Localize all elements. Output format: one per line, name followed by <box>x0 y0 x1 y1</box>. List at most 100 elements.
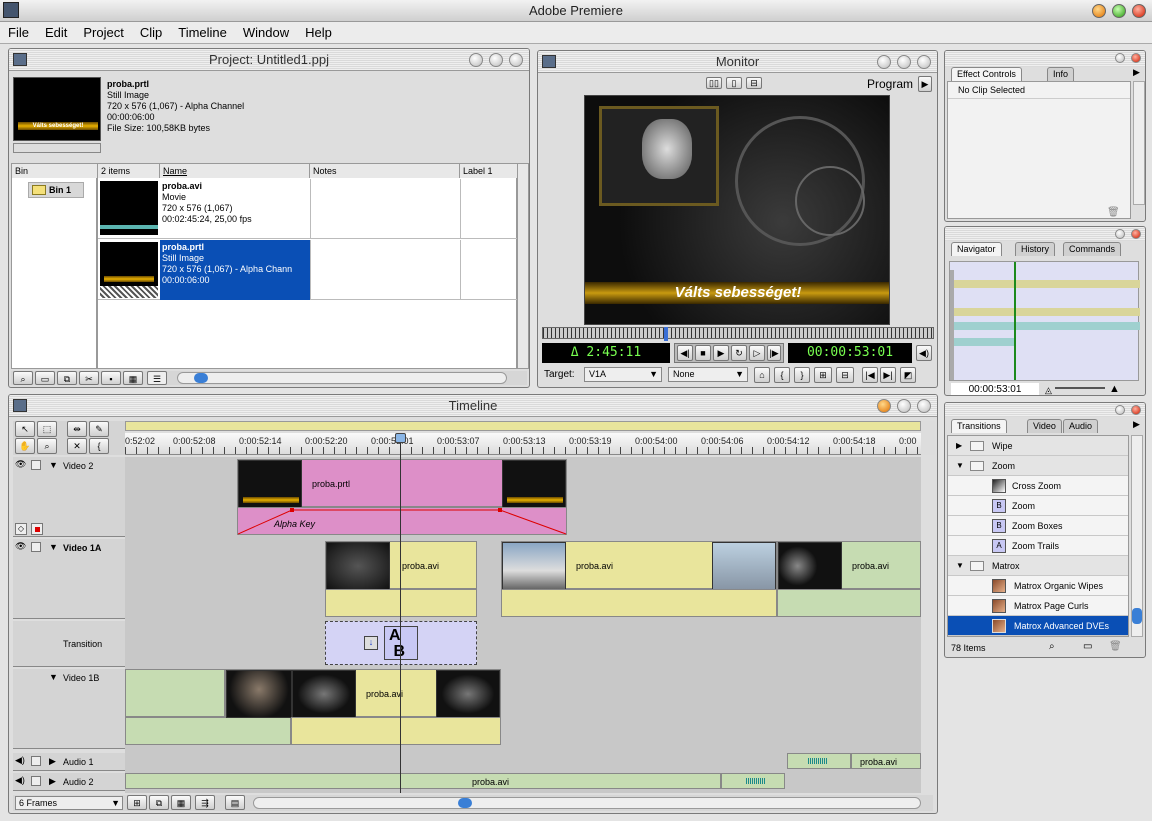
expand-icon[interactable]: ▼ <box>49 542 58 552</box>
video-clip-lower[interactable] <box>501 589 777 617</box>
loop-icon[interactable]: ↻ <box>731 345 747 361</box>
video-clip-lower[interactable] <box>325 589 477 617</box>
monitor-zoom-button[interactable] <box>897 55 911 69</box>
menu-clip[interactable]: Clip <box>132 22 170 43</box>
current-timecode[interactable]: 00:00:53:01 <box>788 343 912 363</box>
tab-info[interactable]: Info <box>1047 67 1075 81</box>
speaker-icon[interactable]: ◀) <box>15 775 25 786</box>
project-hscroll-thumb[interactable] <box>194 373 208 383</box>
zoom-button[interactable] <box>1112 4 1126 18</box>
video-clip[interactable]: proba.avi <box>325 541 477 590</box>
audio-clip[interactable] <box>787 753 851 769</box>
project-zoom-button[interactable] <box>489 53 503 67</box>
video-clip-lower[interactable] <box>291 717 501 745</box>
monitor-close-button[interactable] <box>917 55 931 69</box>
transition-item[interactable]: Matrox Organic Wipes <box>948 576 1128 596</box>
timeline-title-bar[interactable]: Timeline <box>9 395 937 417</box>
insert-icon[interactable]: ⊞ <box>814 367 832 383</box>
new-folder-icon[interactable]: ▭ <box>1083 641 1092 652</box>
find-icon[interactable]: ⌕ <box>1049 641 1055 652</box>
menu-window[interactable]: Window <box>235 22 297 43</box>
timeline-hscroll[interactable] <box>253 797 921 809</box>
step-back-icon[interactable]: ◀| <box>677 345 693 361</box>
zoom-tool-icon[interactable]: ⌕ <box>37 438 57 454</box>
toggle-shift-icon[interactable]: ▤ <box>225 795 245 810</box>
eye-icon[interactable]: 👁 <box>15 541 26 552</box>
razor-tool-icon[interactable]: ✎ <box>89 421 109 437</box>
track-header-video1b[interactable]: ▼ Video 1B <box>13 669 125 749</box>
transition-item[interactable]: A Zoom Trails <box>948 536 1128 556</box>
tr-minimize-button[interactable] <box>1115 405 1125 415</box>
notes-column-header[interactable]: Notes <box>310 164 460 178</box>
play-icon[interactable]: ▶ <box>713 345 729 361</box>
transitions-vscroll[interactable] <box>1131 435 1143 637</box>
find-icon[interactable]: ⌕ <box>13 371 33 385</box>
transition-item[interactable]: Matrox Page Curls <box>948 596 1128 616</box>
video-clip[interactable]: proba.avi <box>501 541 777 590</box>
transition-item[interactable]: Cross Zoom <box>948 476 1128 496</box>
in-out-tool-icon[interactable]: { <box>89 438 109 454</box>
navigator-timecode[interactable]: 00:00:53:01 <box>951 383 1039 395</box>
audio-clip[interactable]: proba.avi <box>125 773 721 789</box>
clear-icon[interactable]: ✂ <box>79 371 99 385</box>
title-clip[interactable]: proba.prtl <box>237 459 567 508</box>
lock-checkbox[interactable] <box>31 460 41 470</box>
transition-clip[interactable]: ↓ A B <box>325 621 477 665</box>
video-clip[interactable]: proba.avi <box>777 541 921 590</box>
nav-zoom-slider[interactable] <box>1055 387 1105 389</box>
expand-icon[interactable]: ▶ <box>49 756 56 767</box>
project-title-bar[interactable]: Project: Untitled1.ppj <box>9 49 529 71</box>
navigator-title-strip[interactable] <box>945 227 1145 241</box>
edge-view-icon[interactable]: ▦ <box>171 795 191 810</box>
cross-fade-tool-icon[interactable]: ✕ <box>67 438 87 454</box>
list-item[interactable]: proba.prtl Still Image 720 x 576 (1,067)… <box>98 240 518 300</box>
safe-margin-icon[interactable]: ◩ <box>900 367 916 383</box>
video-clip[interactable]: proba.avi <box>225 669 501 718</box>
shift-tracks-icon[interactable]: ⇶ <box>195 795 215 810</box>
expand-icon[interactable]: ▶ <box>49 776 56 787</box>
zoom-in-icon[interactable]: ▲ <box>1109 383 1120 395</box>
track-options-icon[interactable]: ⊞ <box>127 795 147 810</box>
monitor-menu-arrow-icon[interactable]: ▶ <box>918 76 932 92</box>
audio-clip[interactable] <box>721 773 785 789</box>
lift-icon[interactable]: ⌂ <box>754 367 770 383</box>
trash-icon[interactable]: 🗑 <box>1109 641 1122 652</box>
lock-checkbox[interactable] <box>31 542 41 552</box>
tab-commands[interactable]: Commands <box>1063 242 1122 256</box>
zoom-out-icon[interactable]: ◬ <box>1045 385 1052 395</box>
transition-item-selected[interactable]: Matrox Advanced DVEs <box>948 616 1128 636</box>
ec-close-button[interactable] <box>1131 53 1141 63</box>
transition-folder-wipe[interactable]: ▶ Wipe <box>948 436 1128 456</box>
hand-tool-icon[interactable]: ✋ <box>15 438 35 454</box>
icon-view-icon[interactable]: ▪ <box>101 371 121 385</box>
menu-file[interactable]: File <box>0 22 37 43</box>
transition-direction-icon[interactable]: ↓ <box>364 636 378 650</box>
play-in-out-icon[interactable]: ▷ <box>749 345 765 361</box>
playhead-handle[interactable] <box>395 433 406 443</box>
opacity-toggle[interactable] <box>31 523 43 535</box>
monitor-time-ruler[interactable] <box>542 327 934 339</box>
tab-transitions[interactable]: Transitions <box>951 419 1007 433</box>
menu-timeline[interactable]: Timeline <box>170 22 235 43</box>
speaker-icon[interactable]: ◀) <box>15 755 25 766</box>
eye-icon[interactable]: 👁 <box>15 459 26 470</box>
range-select-tool-icon[interactable]: ⬚ <box>37 421 57 437</box>
new-bin-icon[interactable]: ▭ <box>35 371 55 385</box>
expand-icon[interactable]: ▼ <box>49 672 58 682</box>
monitor-title-bar[interactable]: Monitor <box>538 51 937 73</box>
preview-play-bar[interactable] <box>13 143 101 153</box>
name-column-header[interactable]: Name <box>160 164 310 178</box>
nav-close-button[interactable] <box>1131 229 1141 239</box>
tab-history[interactable]: History <box>1015 242 1056 256</box>
timeline-playhead[interactable] <box>400 437 401 793</box>
transition-item[interactable]: B Zoom Boxes <box>948 516 1128 536</box>
navigator-preview[interactable] <box>949 261 1140 381</box>
project-close-button[interactable] <box>509 53 523 67</box>
timeline-hscroll-thumb[interactable] <box>458 798 472 808</box>
target-audio-select[interactable]: None ▼ <box>668 367 748 382</box>
track-header-audio2[interactable]: ◀) ▶ Audio 2 <box>13 773 125 791</box>
selection-tool-icon[interactable]: ↖ <box>15 421 35 437</box>
transition-folder-zoom[interactable]: ▼ Zoom <box>948 456 1128 476</box>
ripple-edit-tool-icon[interactable]: ⇹ <box>67 421 87 437</box>
timeline-zoom-button[interactable] <box>897 399 911 413</box>
